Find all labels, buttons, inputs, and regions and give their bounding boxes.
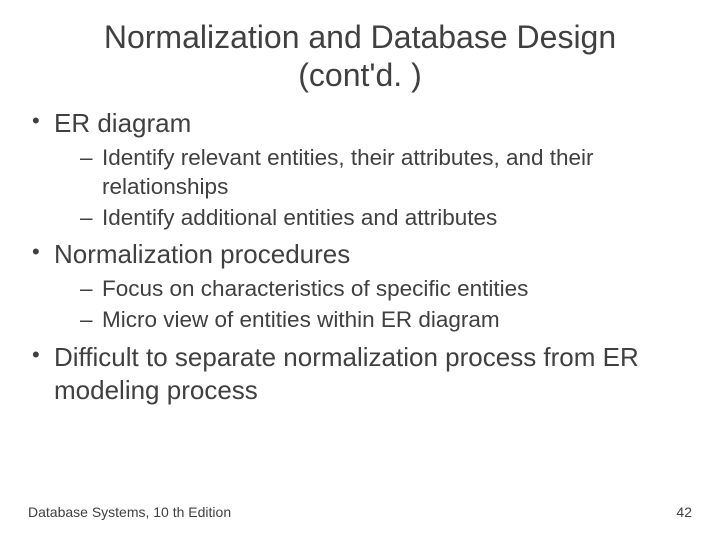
bullet-list: ER diagram Identify relevant entities, t… — [28, 107, 692, 408]
page-number: 42 — [676, 504, 692, 520]
bullet-item: ER diagram Identify relevant entities, t… — [28, 107, 692, 233]
sub-bullet-item: Identify relevant entities, their attrib… — [54, 143, 692, 202]
sub-bullet-item: Focus on characteristics of specific ent… — [54, 274, 692, 303]
slide-content: ER diagram Identify relevant entities, t… — [0, 107, 720, 408]
sub-bullet-item: Identify additional entities and attribu… — [54, 203, 692, 232]
title-line-1: Normalization and Database Design — [104, 19, 616, 55]
bullet-text: ER diagram — [54, 108, 191, 138]
bullet-item: Difficult to separate normalization proc… — [28, 341, 692, 409]
slide-title: Normalization and Database Design (cont'… — [0, 0, 720, 107]
sub-bullet-list: Identify relevant entities, their attrib… — [54, 143, 692, 233]
title-line-2: (cont'd. ) — [298, 57, 421, 93]
sub-bullet-item: Micro view of entities within ER diagram — [54, 305, 692, 334]
sub-bullet-list: Focus on characteristics of specific ent… — [54, 274, 692, 335]
bullet-text: Normalization procedures — [54, 239, 350, 269]
bullet-item: Normalization procedures Focus on charac… — [28, 238, 692, 334]
footer-source: Database Systems, 10 th Edition — [28, 504, 231, 520]
slide: Normalization and Database Design (cont'… — [0, 0, 720, 540]
